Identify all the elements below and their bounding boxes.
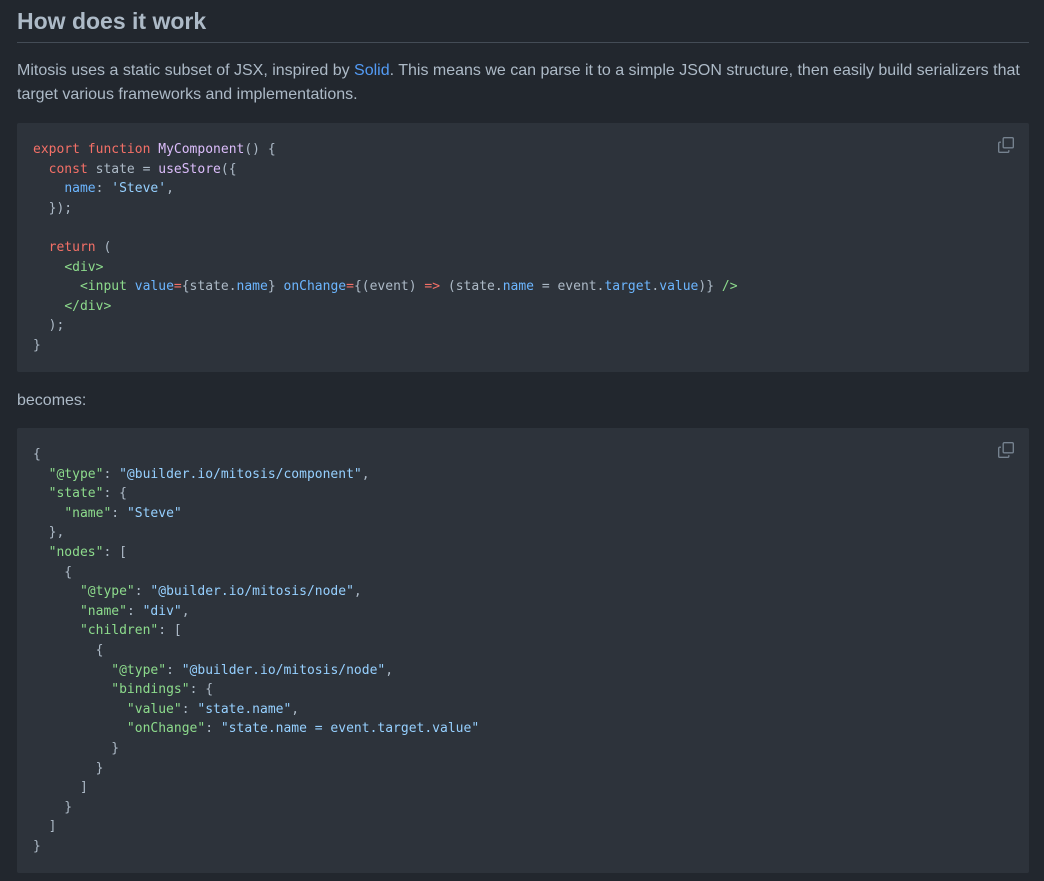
intro-text-before: Mitosis uses a static subset of JSX, ins… [17, 62, 355, 79]
copy-icon[interactable] [997, 136, 1015, 154]
code-line: "onChange": "state.name = event.target.v… [126, 721, 480, 737]
code-line: }); [33, 200, 73, 216]
code-line: "nodes": [ [48, 544, 127, 560]
code-line: "bindings": { [111, 682, 214, 698]
code-line: </div> [64, 298, 112, 314]
jsx-code-block: export function MyComponent() { const st… [17, 123, 1029, 372]
intro-paragraph: Mitosis uses a static subset of JSX, ins… [17, 59, 1029, 107]
code-line: ); [33, 318, 65, 334]
code-line: <div> [64, 259, 104, 275]
code-line: "@type": "@builder.io/mitosis/node", [79, 584, 362, 600]
code-line: } [33, 799, 73, 815]
code-line: } [33, 740, 120, 756]
code-line: "state": { [48, 486, 127, 502]
code-content: { "@type": "@builder.io/mitosis/componen… [33, 445, 479, 856]
code-line: } [33, 838, 41, 854]
code-line: } [33, 337, 41, 353]
code-line: return ( [48, 239, 112, 255]
solid-link[interactable]: Solid [354, 62, 390, 79]
code-line: export function MyComponent() { [33, 142, 276, 157]
code-line: } [33, 760, 104, 776]
json-code-block: { "@type": "@builder.io/mitosis/componen… [17, 428, 1029, 873]
becomes-label: becomes: [17, 392, 87, 409]
code-line: { [33, 564, 73, 580]
code-line: { [33, 447, 41, 462]
code-line: { [33, 642, 104, 658]
code-line: "@type": "@builder.io/mitosis/component"… [48, 466, 370, 482]
code-line: "name": "div", [79, 603, 190, 619]
readme-section: How does it work Mitosis uses a static s… [17, 0, 1029, 873]
code-line: "name": "Steve" [64, 505, 182, 521]
code-line: }, [33, 525, 65, 541]
code-line: "value": "state.name", [126, 701, 300, 717]
code-line: <input value={state.name} onChange={(eve… [79, 279, 738, 295]
code-line: ] [33, 819, 57, 835]
copy-icon[interactable] [997, 441, 1015, 459]
code-line: ] [33, 780, 88, 796]
code-content: export function MyComponent() { const st… [33, 140, 738, 356]
code-line: "@type": "@builder.io/mitosis/node", [111, 662, 394, 678]
section-heading: How does it work [17, 0, 1029, 43]
code-line: name: 'Steve', [64, 181, 174, 197]
code-line: const state = useStore({ [48, 161, 237, 177]
code-line: "children": [ [79, 623, 182, 639]
